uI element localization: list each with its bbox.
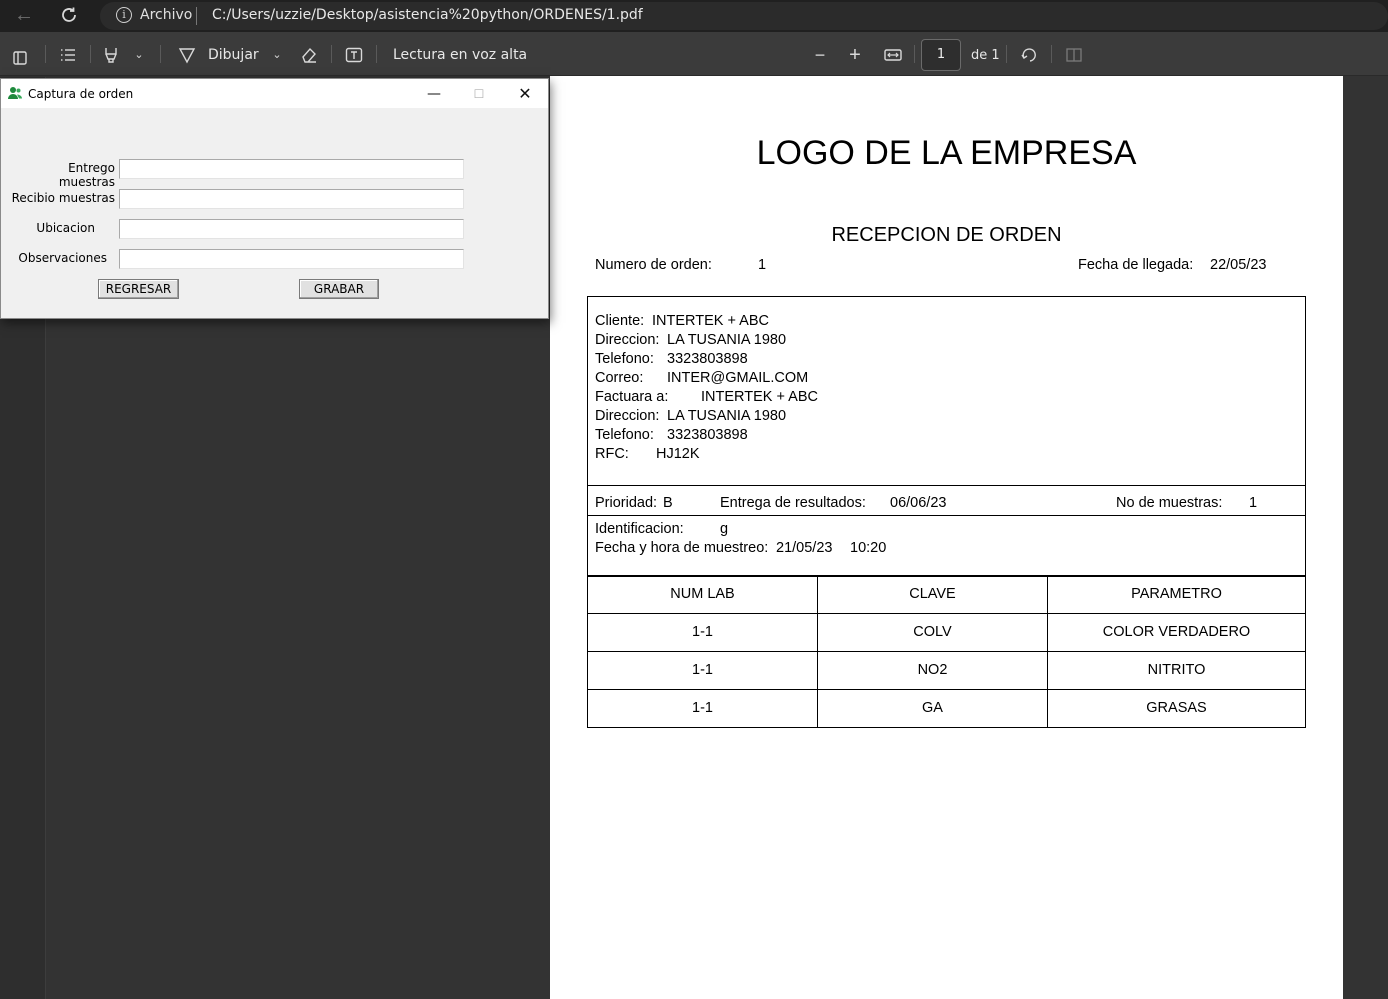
identification-label: Identificacion: [595,521,684,537]
toolbar-divider [90,45,91,63]
received-samples-label: Recibio muestras [11,191,115,205]
capture-order-dialog: Captura de orden — ☐ ✕ Entrego muestras … [0,78,549,319]
address-label: Direccion: [595,332,660,348]
toolbar-divider [1006,45,1007,63]
toolbar-divider [45,45,46,63]
maximize-icon[interactable]: ☐ [457,81,501,107]
sidebar-icon[interactable] [12,48,30,66]
close-icon[interactable]: ✕ [503,81,547,107]
back-button[interactable]: REGRESAR [98,279,179,299]
draw-icon[interactable] [177,45,197,65]
priority-value: B [663,495,673,511]
toolbar-divider [1051,45,1052,63]
zoom-out-icon[interactable]: − [810,45,830,65]
two-page-icon[interactable] [1064,45,1084,65]
table-header-cell: NUM LAB [587,575,818,614]
sampling-time-value: 10:20 [850,540,887,556]
client-value: INTERTEK + ABC [652,313,769,329]
fit-page-icon[interactable] [882,45,904,65]
eraser-icon[interactable] [299,45,319,65]
toolbar-divider [914,45,915,63]
company-logo-text: LOGO DE LA EMPRESA [756,134,1137,172]
table-cell: 1-1 [587,689,818,728]
phone-value: 3323803898 [667,351,748,367]
table-header-cell: PARAMETRO [1047,575,1306,614]
results-date-value: 06/06/23 [890,495,947,511]
order-number-value: 1 [758,257,767,273]
zoom-in-icon[interactable]: + [845,45,865,65]
table-cell: GA [817,689,1048,728]
url-text[interactable]: C:/Users/uzzie/Desktop/asistencia%20pyth… [212,7,643,23]
identification-value: g [720,521,729,537]
table-header-cell: CLAVE [817,575,1048,614]
billing-address-label: Direccion: [595,408,660,424]
location-label: Ubicacion [36,221,95,235]
rfc-value: HJ12K [656,446,700,462]
browser-address-bar: ← i Archivo C:/Users/uzzie/Desktop/asist… [0,0,1388,32]
table-cell: COLOR VERDADERO [1047,613,1306,652]
toolbar-divider [331,45,332,63]
table-cell: NO2 [817,651,1048,690]
address-value: LA TUSANIA 1980 [667,332,787,348]
dialog-title: Captura de orden [28,87,134,101]
phone-label: Telefono: [595,351,654,367]
rfc-label: RFC: [595,446,629,462]
invoice-to-label: Factuara a: [595,389,669,405]
draw-label[interactable]: Dibujar [208,47,259,63]
received-samples-input[interactable] [119,189,464,209]
samples-count-label: No de muestras: [1116,495,1223,511]
table-cell: NITRITO [1047,651,1306,690]
order-number-label: Numero de orden: [595,257,712,273]
minimize-icon[interactable]: — [412,81,456,107]
observations-label: Observaciones [18,251,107,265]
delivered-samples-label: Entrego muestras [58,161,115,189]
back-arrow-icon[interactable]: ← [14,5,38,26]
sampling-datetime-label: Fecha y hora de muestreo: [595,540,769,556]
document-title: RECEPCION DE ORDEN [831,224,1062,246]
table-cell: 1-1 [587,651,818,690]
client-label: Cliente: [595,313,645,329]
chevron-down-icon[interactable]: ⌄ [131,45,147,65]
invoice-to-value: INTERTEK + ABC [701,389,818,405]
sampling-date-value: 21/05/23 [776,540,833,556]
billing-phone-value: 3323803898 [667,427,748,443]
save-button[interactable]: GRABAR [299,279,379,299]
email-value: INTER@GMAIL.COM [667,370,809,386]
email-label: Correo: [595,370,644,386]
info-icon[interactable]: i [116,7,132,23]
table-cell: 1-1 [587,613,818,652]
priority-label: Prioridad: [595,495,658,511]
page-number-input[interactable]: 1 [921,39,961,71]
file-scheme-label: Archivo [140,7,193,23]
billing-phone-label: Telefono: [595,427,654,443]
chevron-down-icon[interactable]: ⌄ [269,45,285,65]
samples-count-value: 1 [1249,495,1258,511]
billing-address-value: LA TUSANIA 1980 [667,408,787,424]
toolbar-divider [376,45,377,63]
location-input[interactable] [119,219,464,239]
read-aloud-button[interactable]: Lectura en voz alta [393,47,527,63]
url-divider [196,7,197,25]
highlight-icon[interactable] [101,45,121,65]
rotate-icon[interactable] [1019,45,1039,65]
table-cell: GRASAS [1047,689,1306,728]
toolbar-divider [160,45,161,63]
contents-icon[interactable] [58,45,78,65]
text-box-icon[interactable] [344,45,364,65]
app-users-icon [7,85,23,101]
pdf-page: LOGO DE LA EMPRESA RECEPCION DE ORDEN Nu… [550,76,1343,999]
arrival-date-label: Fecha de llegada: [1078,257,1194,273]
delivered-samples-input[interactable] [119,159,464,179]
results-date-label: Entrega de resultados: [720,495,866,511]
observations-input[interactable] [119,249,464,269]
arrival-date-value: 22/05/23 [1210,257,1267,273]
reload-icon[interactable] [58,4,82,28]
table-cell: COLV [817,613,1048,652]
page-total-label: de 1 [971,48,1000,63]
